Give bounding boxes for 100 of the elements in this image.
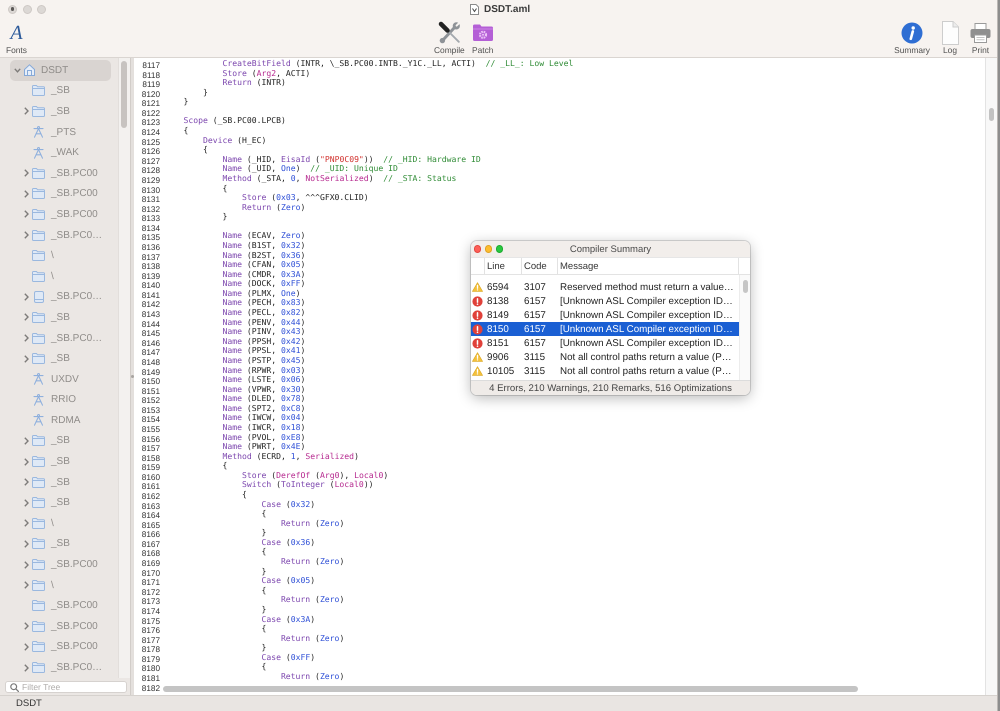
tree-item[interactable]: RDMA — [21, 410, 111, 431]
line-number: 8126 — [142, 147, 160, 156]
table-row[interactable]: 6594 3107 Reserved method must return a value… — [471, 280, 739, 294]
tree-item[interactable]: _SB.PC0… — [21, 224, 111, 246]
code-line: } — [261, 604, 266, 615]
line-number: 8123 — [142, 118, 160, 128]
line-number: 8177 — [142, 636, 160, 645]
table-row[interactable]: 8138 6157 [Unknown ASL Compiler exception ID… — [471, 294, 739, 308]
tree-item[interactable]: _SB.PC0… — [21, 328, 111, 348]
tree-item[interactable]: _SB.PC0… — [21, 657, 111, 678]
toolbar-button[interactable]: Patch — [472, 20, 494, 56]
line-number: 8139 — [142, 272, 160, 281]
line-number: 8134 — [142, 224, 160, 233]
code-line: Name (IWCR, 0x18) — [222, 422, 306, 433]
tree-item[interactable]: _SB — [21, 451, 111, 472]
code-line: Name (PINV, 0x43) — [222, 327, 306, 337]
splitter[interactable] — [130, 58, 134, 695]
tree-item[interactable]: _SB — [21, 534, 111, 554]
column-header[interactable]: Code — [521, 258, 557, 274]
line-number: 8178 — [142, 645, 160, 654]
line-number: 8182 — [142, 684, 160, 693]
code-line: Case (0x36) — [261, 538, 316, 548]
table-row[interactable]: 10105 3115 Not all control paths return a value (P… — [471, 364, 739, 378]
table-row[interactable]: 8150 6157 [Unknown ASL Compiler exception ID… — [471, 322, 739, 336]
tree-item[interactable]: _SB — [21, 80, 111, 102]
summary-counts: 4 Errors, 210 Warnings, 210 Remarks, 516 Optimizations — [489, 382, 732, 394]
zoom-button[interactable] — [496, 245, 503, 253]
tree-item[interactable]: DSDT — [10, 60, 111, 81]
code-line: Return (Zero) — [242, 202, 306, 212]
tree-item[interactable]: _SB.PC0… — [21, 286, 111, 308]
table-row[interactable]: 8149 6157 [Unknown ASL Compiler exception ID… — [471, 308, 739, 322]
tree-item[interactable]: \ — [21, 266, 111, 287]
folder-icon — [32, 620, 45, 632]
line-number: 8146 — [142, 338, 160, 348]
tree-item[interactable]: _SB.PC00 — [21, 204, 111, 225]
toolbar-button[interactable]: Print — [970, 20, 991, 56]
tree-item[interactable]: \ — [21, 245, 111, 266]
code-line: Case (0x05) — [261, 576, 316, 586]
tree-item[interactable]: _SB — [21, 307, 111, 328]
code-line: Name (PECH, 0x83) — [222, 298, 306, 308]
line-number: 8129 — [142, 176, 160, 185]
tree-item[interactable]: _SB — [21, 430, 111, 452]
code-line: Switch (ToInteger (Local0)) — [242, 480, 374, 490]
code-line: Name (B1ST, 0x32) — [222, 240, 306, 251]
close-button[interactable] — [474, 245, 481, 253]
table-row[interactable]: 8151 6157 [Unknown ASL Compiler exception ID… — [471, 336, 739, 350]
tree-item[interactable]: _SB.PC00 — [21, 554, 111, 575]
window-title: DSDT.aml — [484, 4, 530, 14]
tree-item[interactable]: _SB.PC00 — [21, 184, 111, 204]
folder-icon — [32, 312, 45, 323]
line-number: 8181 — [142, 674, 160, 683]
line-number: 8174 — [142, 606, 160, 616]
code-line: } — [183, 97, 188, 107]
close-button[interactable] — [8, 4, 17, 14]
toolbar-button[interactable]: Log — [941, 20, 959, 56]
filter-field[interactable]: Filter Tree — [5, 681, 127, 693]
tree-item[interactable]: UXDV — [21, 368, 111, 390]
toolbar-button[interactable]: Summary — [894, 20, 930, 56]
folder-icon — [32, 270, 45, 282]
folder-icon — [32, 497, 45, 508]
scrollbar-thumb[interactable] — [989, 108, 994, 121]
tree-item[interactable]: _SB — [21, 472, 111, 492]
tree-item[interactable]: _PTS — [21, 122, 111, 142]
line-number: 8153 — [142, 406, 160, 415]
compass-icon — [33, 394, 44, 406]
column-header[interactable]: Message — [557, 258, 738, 274]
tree-item[interactable]: _SB — [21, 492, 111, 514]
tree-item[interactable]: _SB — [21, 348, 111, 369]
tree-item[interactable]: _SB.PC00 — [21, 162, 111, 184]
line-number: 8127 — [142, 156, 160, 166]
tree-item[interactable]: _WAK — [21, 142, 111, 163]
search-icon — [10, 682, 19, 692]
column-header[interactable]: Line — [484, 258, 521, 274]
tree-item[interactable]: \ — [21, 574, 111, 596]
line-number: 8175 — [142, 616, 160, 626]
line-number: 8128 — [142, 166, 160, 176]
code-line: Name (RPWR, 0x03) — [222, 366, 306, 376]
toolbar-button[interactable]: A Fonts — [6, 20, 27, 56]
tree-item[interactable]: _SB.PC00 — [21, 616, 111, 637]
code-line: { — [222, 461, 228, 471]
minimize-button[interactable] — [484, 245, 492, 253]
tree-item[interactable]: _SB.PC00 — [21, 636, 111, 658]
code-line: Name (ECAV, Zero) — [222, 231, 306, 241]
line-number: 8140 — [142, 281, 160, 290]
scrollbar-thumb[interactable] — [742, 280, 748, 293]
code-line: Name (PENV, 0x44) — [222, 318, 306, 328]
zoom-button[interactable] — [37, 4, 46, 14]
table-row[interactable]: 9906 3115 Not all control paths return a value (P… — [471, 350, 739, 364]
tree-item[interactable]: _SB.PC00 — [21, 595, 111, 616]
tree-item[interactable]: \ — [21, 513, 111, 534]
tree-item[interactable]: _SB — [21, 101, 111, 122]
line-number: 8124 — [142, 128, 160, 138]
minimize-button[interactable] — [22, 4, 32, 14]
scrollbar-thumb[interactable] — [121, 61, 127, 128]
line-number: 8171 — [142, 578, 160, 588]
code-line: { — [261, 547, 266, 558]
tree-item[interactable]: RRIO — [21, 390, 111, 410]
scrollbar-thumb[interactable] — [163, 686, 858, 692]
toolbar-button[interactable]: Compile — [434, 20, 465, 56]
line-number: 8135 — [142, 233, 160, 242]
